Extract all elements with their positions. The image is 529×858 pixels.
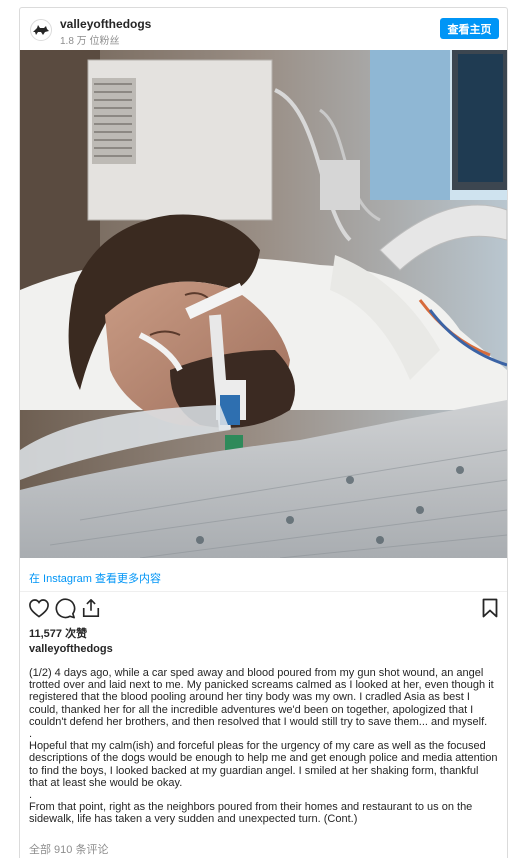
instagram-embed-card: valleyofthedogs 1.8 万 位粉丝 查看主页 在 Instagr… bbox=[19, 7, 508, 858]
account-username[interactable]: valleyofthedogs bbox=[60, 17, 151, 31]
caption-paragraph: Hopeful that my calm(ish) and forceful p… bbox=[29, 740, 498, 789]
caption-paragraph: From that point, right as the neighbors … bbox=[29, 801, 473, 826]
dog-logo-icon[interactable] bbox=[30, 19, 52, 41]
comment-bubble-icon[interactable] bbox=[54, 598, 76, 624]
view-profile-button[interactable]: 查看主页 bbox=[440, 18, 499, 39]
bookmark-icon[interactable] bbox=[482, 598, 498, 623]
divider bbox=[20, 591, 507, 592]
post-photo[interactable] bbox=[20, 50, 507, 558]
action-bar bbox=[20, 598, 507, 620]
caption-separator: . bbox=[29, 728, 33, 741]
caption-paragraph: (1/2) 4 days ago, while a car sped away … bbox=[29, 667, 494, 728]
view-all-comments-link[interactable]: 全部 910 条评论 bbox=[29, 841, 108, 857]
like-count[interactable]: 11,577 次赞 bbox=[29, 625, 87, 641]
view-more-on-instagram-link[interactable]: 在 Instagram 查看更多内容 bbox=[29, 570, 161, 586]
heart-icon[interactable] bbox=[28, 598, 50, 623]
caption-separator: . bbox=[29, 789, 33, 802]
share-icon[interactable] bbox=[81, 598, 101, 623]
caption-username[interactable]: valleyofthedogs bbox=[29, 643, 113, 655]
post-caption: (1/2) 4 days ago, while a car sped away … bbox=[29, 667, 499, 826]
follower-count: 1.8 万 位粉丝 bbox=[60, 36, 120, 47]
post-header: valleyofthedogs 1.8 万 位粉丝 查看主页 bbox=[20, 8, 507, 50]
